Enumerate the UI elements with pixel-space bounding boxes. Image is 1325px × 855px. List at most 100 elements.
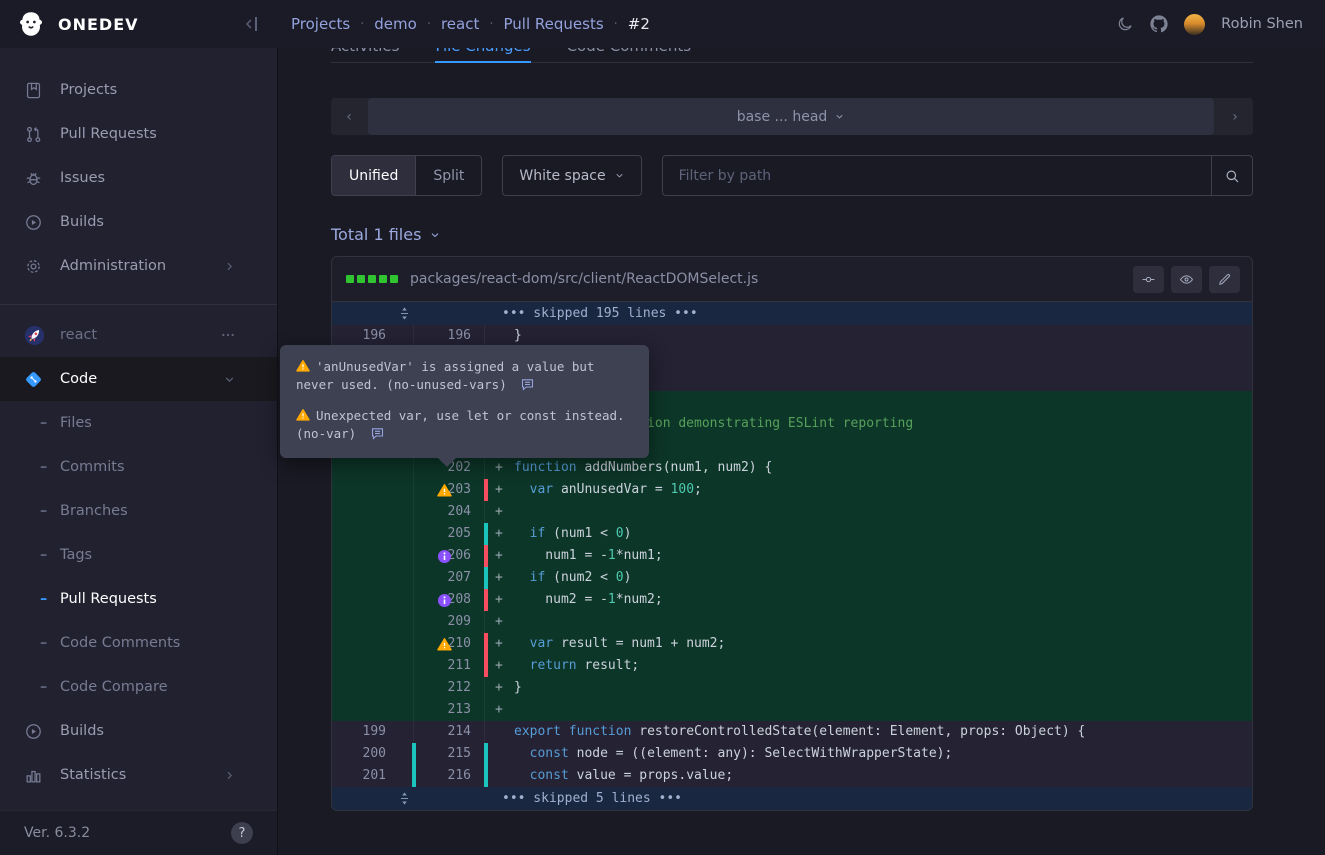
old-line-number [332, 699, 414, 721]
sidebar-subitem-commits[interactable]: –Commits [0, 445, 277, 489]
sidebar-item-builds[interactable]: Builds [0, 200, 277, 244]
sidebar-item-issues[interactable]: Issues [0, 156, 277, 200]
breadcrumb-separator: · [360, 17, 364, 32]
view-commit-button[interactable] [1133, 266, 1164, 293]
comment-bubble-icon[interactable] [370, 426, 385, 441]
diff-row: 203+ var anUnusedVar = 100; [332, 479, 1252, 501]
sidebar-subitem-pull-requests[interactable]: –Pull Requests [0, 577, 277, 621]
expand-icon[interactable] [396, 790, 413, 807]
sidebar-subitem-tags[interactable]: –Tags [0, 533, 277, 577]
github-icon[interactable] [1150, 15, 1168, 33]
sidebar-subitem-files[interactable]: –Files [0, 401, 277, 445]
comment-bubble-icon[interactable] [520, 377, 535, 392]
file-actions [1133, 266, 1240, 293]
new-line-number: 207 [414, 567, 484, 589]
code-line: return result; [514, 655, 1252, 677]
diff-sign: + [488, 677, 514, 699]
commit-range-label: base ... head [737, 109, 828, 125]
sidebar-item-administration[interactable]: Administration [0, 244, 277, 288]
skip-gutter [332, 787, 488, 810]
old-line-number [332, 479, 414, 501]
edit-file-button[interactable] [1209, 266, 1240, 293]
breadcrumb-link-react[interactable]: react [441, 15, 479, 33]
project-name: react [60, 327, 220, 343]
code-token: ; [694, 482, 702, 497]
code-line: if (num2 < 0) [514, 567, 1252, 589]
ellipsis-icon[interactable] [220, 327, 236, 343]
code-token: ) [624, 570, 632, 585]
code-token: anUnusedVar = [553, 482, 670, 497]
info-icon[interactable] [437, 549, 452, 564]
warning-icon[interactable] [437, 483, 452, 498]
code-line [514, 611, 1252, 633]
breadcrumb-link-projects[interactable]: Projects [291, 15, 350, 33]
sidebar-subitem-code-comments[interactable]: –Code Comments [0, 621, 277, 665]
tab-activities[interactable]: Activities [331, 48, 399, 63]
breadcrumb-link-pull-requests[interactable]: Pull Requests [504, 15, 604, 33]
sidebar-item-label: Statistics [60, 767, 223, 783]
tab-code-comments[interactable]: Code Comments [567, 48, 691, 63]
user-avatar[interactable] [1184, 14, 1205, 35]
diff-row: 210+ var result = num1 + num2; [332, 633, 1252, 655]
version-label: Ver. 6.3.2 [24, 825, 231, 841]
diff-row: 196196} [332, 325, 1252, 347]
sidebar-subitem-label: Code Compare [60, 679, 168, 695]
play-circle-icon [24, 213, 43, 232]
diff-sign: + [488, 567, 514, 589]
code-line [514, 501, 1252, 523]
old-line-number: 200 [332, 743, 414, 765]
code-line [514, 699, 1252, 721]
sidebar-item-pull-requests[interactable]: Pull Requests [0, 112, 277, 156]
lint-problem-text: Unexpected var, use let or const instead… [296, 408, 625, 441]
chevron-right-icon [223, 769, 236, 782]
sidebar-item-code[interactable]: Code [0, 357, 277, 401]
sidebar-item-statistics[interactable]: Statistics [0, 753, 277, 797]
filter-by-path-input[interactable] [663, 156, 1211, 195]
code-token [514, 636, 530, 651]
dark-mode-moon-icon[interactable] [1116, 15, 1134, 33]
diff-row: 212+} [332, 677, 1252, 699]
code-token: function [514, 460, 577, 475]
view-file-button[interactable] [1171, 266, 1202, 293]
sidebar-item-projects[interactable]: Projects [0, 68, 277, 112]
whitespace-dropdown[interactable]: White space [502, 155, 641, 196]
code-line: const node = ((element: any): SelectWith… [514, 743, 1252, 765]
total-files-dropdown[interactable]: Total 1 files [331, 225, 1253, 244]
breadcrumb-link-demo[interactable]: demo [374, 15, 417, 33]
sidebar-collapse-button[interactable] [241, 14, 261, 34]
next-commit-button[interactable]: › [1217, 109, 1253, 125]
expand-icon[interactable] [396, 305, 413, 322]
split-mode-button[interactable]: Split [416, 156, 481, 195]
diff-sign: + [488, 523, 514, 545]
diff-sign: + [488, 479, 514, 501]
code-token: 100 [671, 482, 694, 497]
help-button[interactable]: ? [231, 822, 253, 844]
old-line-number: 196 [332, 325, 414, 347]
diff-sign [488, 765, 514, 787]
code-token: 1 [608, 592, 616, 607]
sidebar-item-builds[interactable]: Builds [0, 709, 277, 753]
code-token [514, 658, 530, 673]
tab-file-changes[interactable]: File Changes [435, 48, 530, 63]
search-button[interactable] [1211, 156, 1252, 195]
sidebar-project-react[interactable]: react [0, 313, 277, 357]
unified-mode-button[interactable]: Unified [332, 156, 416, 195]
info-icon[interactable] [437, 593, 452, 608]
file-diff-card: packages/react-dom/src/client/ReactDOMSe… [331, 256, 1253, 811]
top-bar: Projects·demo·react·Pull Requests·#2 Rob… [277, 0, 1325, 48]
rocket-icon [24, 325, 45, 346]
old-line-number [332, 633, 414, 655]
old-line-number [332, 523, 414, 545]
sidebar-subitem-code-compare[interactable]: –Code Compare [0, 665, 277, 709]
code-token: 1 [608, 548, 616, 563]
commit-range-selector[interactable]: base ... head [368, 98, 1214, 135]
sidebar-item-label: Administration [60, 258, 223, 274]
file-path[interactable]: packages/react-dom/src/client/ReactDOMSe… [410, 271, 1133, 287]
sidebar-item-label: Builds [60, 214, 253, 230]
previous-commit-button[interactable]: ‹ [331, 109, 367, 125]
warning-icon[interactable] [437, 637, 452, 652]
user-name[interactable]: Robin Shen [1221, 16, 1303, 32]
diff-mode-toggle: Unified Split [331, 155, 482, 196]
sidebar-subitem-branches[interactable]: –Branches [0, 489, 277, 533]
chevron-down-icon [223, 373, 236, 386]
